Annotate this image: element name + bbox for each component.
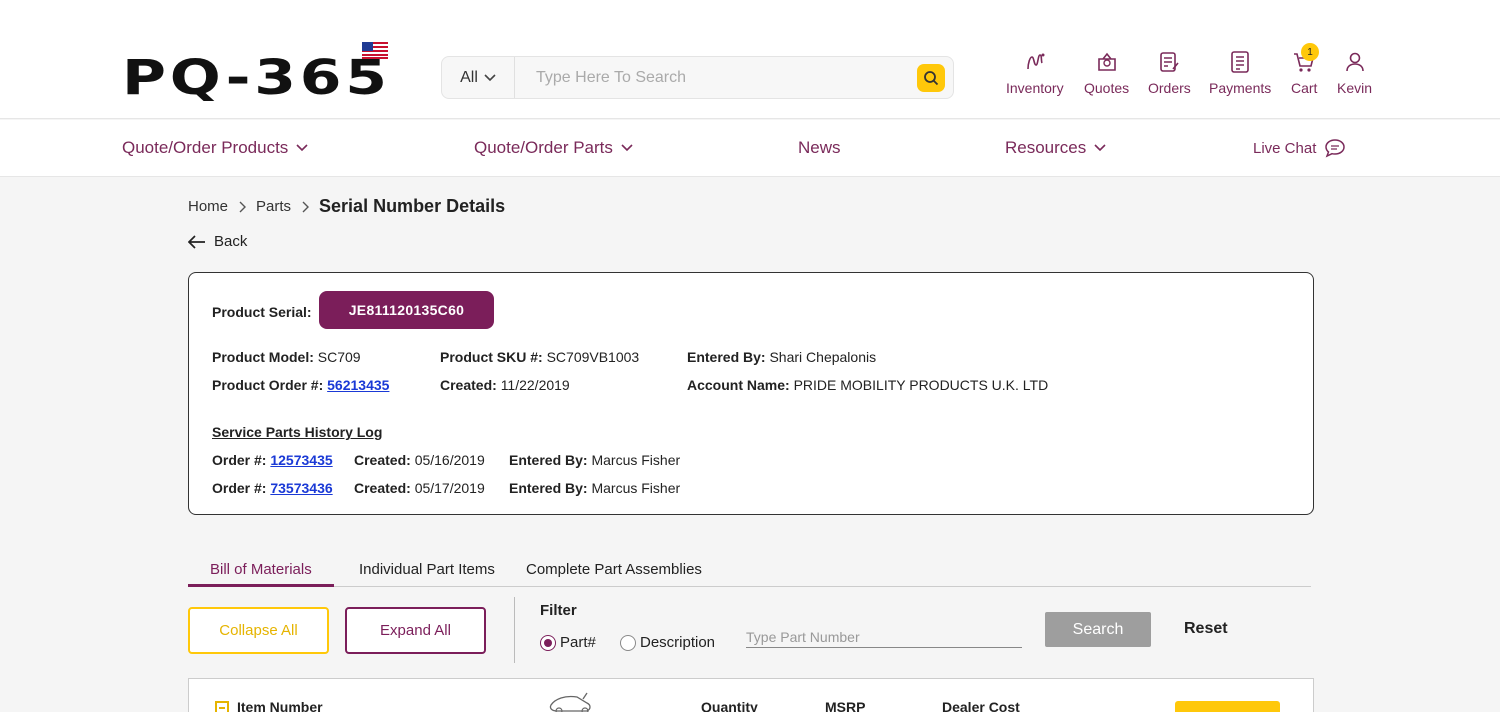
reset-button[interactable]: Reset — [1184, 620, 1228, 638]
menu-news[interactable]: News — [798, 138, 841, 158]
product-account: Account Name: PRIDE MOBILITY PRODUCTS U.… — [687, 377, 1049, 393]
search-category-value: All — [460, 68, 478, 86]
search-input[interactable] — [516, 57, 911, 98]
product-serial-label: Product Serial: — [212, 304, 312, 320]
nav-user[interactable]: Kevin — [1337, 49, 1372, 96]
top-header: PQ-365 All Inventory Quotes Orders Payme… — [0, 0, 1500, 119]
nav-quotes-label: Quotes — [1084, 80, 1130, 96]
menu-resources[interactable]: Resources — [1005, 138, 1106, 158]
product-order: Product Order #: 56213435 — [212, 377, 390, 393]
nav-payments-label: Payments — [1209, 80, 1272, 96]
tab-complete-part-assemblies[interactable]: Complete Part Assemblies — [526, 561, 702, 578]
search-category-select[interactable]: All — [442, 57, 515, 98]
nav-quotes[interactable]: Quotes — [1084, 49, 1129, 96]
history-title: Service Parts History Log — [212, 424, 383, 440]
logo[interactable]: PQ-365 — [122, 54, 391, 102]
history-created: Created: 05/16/2019 — [354, 452, 485, 468]
tab-bar: Bill of Materials Individual Part Items … — [188, 558, 1311, 587]
menu-quote-order-parts[interactable]: Quote/Order Parts — [474, 138, 633, 158]
chevron-down-icon — [1094, 144, 1106, 152]
table-action-button[interactable] — [1175, 701, 1280, 712]
radio-description-dot[interactable] — [620, 634, 636, 651]
column-dealer-cost: Dealer Cost — [942, 699, 1020, 712]
filter-label: Filter — [540, 602, 577, 619]
payments-icon — [1231, 51, 1249, 73]
search-button[interactable] — [917, 64, 945, 92]
filter-search-button[interactable]: Search — [1045, 612, 1151, 647]
nav-cart-label: Cart — [1291, 80, 1318, 96]
collapse-all-button[interactable]: Collapse All — [188, 607, 329, 654]
breadcrumb-parts[interactable]: Parts — [256, 198, 291, 215]
chevron-right-icon — [239, 201, 247, 212]
menu-live-chat[interactable]: Live Chat — [1253, 138, 1346, 158]
history-created: Created: 05/17/2019 — [354, 480, 485, 496]
history-order: Order #: 12573435 — [212, 452, 333, 468]
menu-item-label: Resources — [1005, 138, 1087, 157]
product-detail-card: Product Serial: JE811120135C60 Product M… — [188, 272, 1314, 515]
collapse-row-icon[interactable] — [215, 701, 229, 712]
history-order: Order #: 73573436 — [212, 480, 333, 496]
nav-orders[interactable]: Orders — [1148, 49, 1191, 96]
product-model: Product Model: SC709 — [212, 349, 361, 365]
nav-cart[interactable]: 1 Cart — [1291, 43, 1319, 96]
us-flag-icon[interactable] — [362, 42, 388, 59]
expand-all-button[interactable]: Expand All — [345, 607, 486, 654]
cart-badge: 1 — [1301, 43, 1319, 61]
chevron-down-icon — [484, 73, 496, 81]
active-tab-indicator — [188, 584, 334, 587]
chat-icon — [1325, 139, 1346, 158]
orders-icon — [1160, 52, 1180, 72]
radio-description[interactable]: Description — [620, 634, 715, 651]
history-order-link[interactable]: 73573436 — [270, 480, 332, 496]
menu-quote-order-products[interactable]: Quote/Order Products — [122, 138, 308, 158]
column-msrp: MSRP — [825, 699, 866, 712]
breadcrumb-home[interactable]: Home — [188, 198, 228, 215]
column-quantity: Quantity — [701, 699, 758, 712]
nav-inventory-label: Inventory — [1006, 80, 1064, 96]
back-link[interactable]: Back — [188, 233, 247, 250]
breadcrumb: Home Parts Serial Number Details — [188, 196, 505, 217]
product-sku: Product SKU #: SC709VB1003 — [440, 349, 640, 365]
page-title: Serial Number Details — [319, 196, 506, 216]
menu-item-label: News — [798, 138, 841, 157]
part-number-input[interactable] — [746, 626, 1022, 648]
column-item-number: Item Number — [237, 699, 323, 712]
chevron-right-icon — [302, 201, 310, 212]
nav-orders-label: Orders — [1148, 80, 1191, 96]
main-menu: Quote/Order Products Quote/Order Parts N… — [0, 120, 1500, 177]
radio-part-number[interactable]: Part# — [540, 634, 596, 651]
chevron-down-icon — [621, 144, 633, 152]
history-entered-by: Entered By: Marcus Fisher — [509, 452, 681, 468]
history-order-link[interactable]: 12573435 — [270, 452, 332, 468]
product-serial-badge: JE811120135C60 — [319, 291, 494, 329]
radio-part-number-dot[interactable] — [540, 634, 556, 651]
quotes-icon — [1097, 52, 1116, 71]
menu-item-label: Quote/Order Parts — [474, 138, 613, 157]
radio-part-number-label: Part# — [560, 634, 596, 651]
search-icon — [924, 71, 939, 86]
tab-bill-of-materials[interactable]: Bill of Materials — [210, 561, 312, 578]
search-bar: All — [441, 56, 954, 99]
tab-individual-part-items[interactable]: Individual Part Items — [359, 561, 495, 578]
nav-inventory[interactable]: Inventory — [1006, 49, 1064, 96]
user-icon — [1345, 52, 1364, 72]
product-entered-by: Entered By: Shari Chepalonis — [687, 349, 877, 365]
back-label: Back — [214, 233, 248, 250]
inventory-icon — [1026, 53, 1045, 70]
chevron-down-icon — [296, 144, 308, 152]
product-order-link[interactable]: 56213435 — [327, 377, 389, 393]
menu-item-label: Quote/Order Products — [122, 138, 289, 157]
scooter-thumbnail-icon — [549, 692, 591, 712]
arrow-left-icon — [188, 234, 205, 249]
history-entered-by: Entered By: Marcus Fisher — [509, 480, 681, 496]
product-created: Created: 11/22/2019 — [440, 377, 570, 393]
bom-table: Item Number Quantity MSRP Dealer Cost — [188, 678, 1314, 712]
nav-payments[interactable]: Payments — [1209, 49, 1271, 96]
nav-user-label: Kevin — [1337, 80, 1373, 96]
menu-item-label: Live Chat — [1253, 139, 1317, 157]
divider — [514, 597, 515, 663]
radio-description-label: Description — [640, 634, 716, 651]
